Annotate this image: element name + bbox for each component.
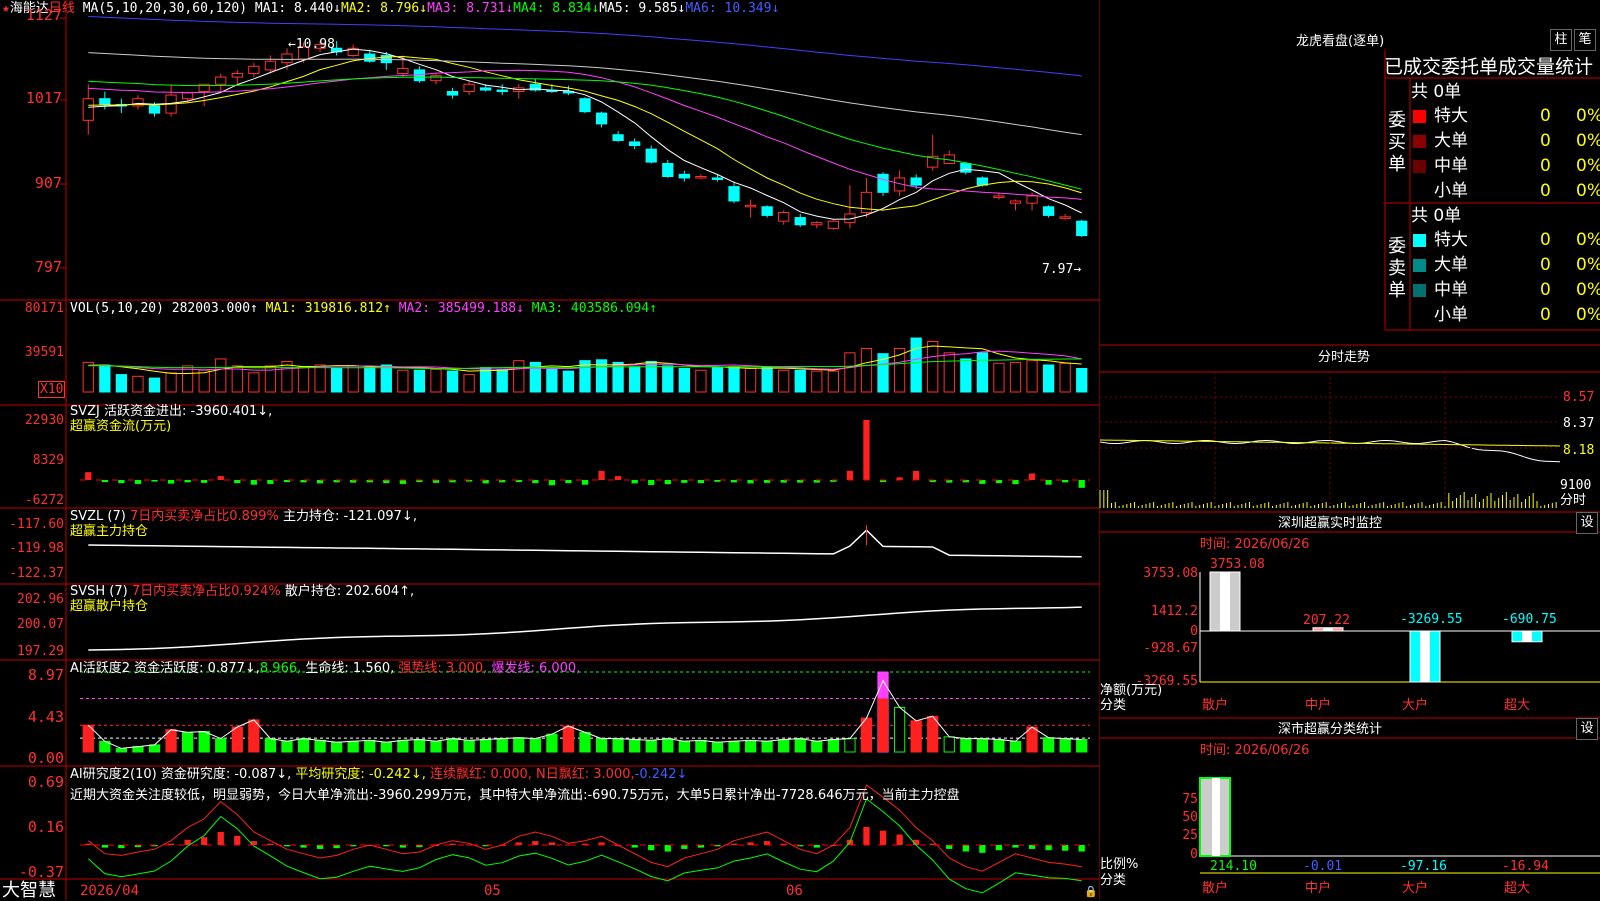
monitor-category-label: 中户 bbox=[1305, 698, 1332, 713]
order-size-name: 小单 bbox=[1434, 181, 1468, 201]
bar-view-button[interactable]: 柱 bbox=[1550, 29, 1572, 51]
order-size-swatch bbox=[1413, 259, 1426, 272]
class-time: 时间: 2026/06/26 bbox=[1200, 743, 1310, 758]
order-size-name: 大单 bbox=[1434, 255, 1468, 275]
fs-axis-2: 8.37 bbox=[1563, 416, 1595, 431]
order-percent: 0% bbox=[1576, 131, 1600, 151]
monitor-category-label: 大户 bbox=[1402, 698, 1429, 713]
class-value-label: 214.10 bbox=[1210, 859, 1257, 874]
class-category-label: 散户 bbox=[1202, 881, 1229, 896]
monitor-bar-highlight bbox=[1420, 631, 1430, 682]
order-count: 0 bbox=[1540, 230, 1551, 250]
cls-axis-4: 0 bbox=[1190, 847, 1198, 862]
monitor-xlabel: 分类 bbox=[1100, 698, 1127, 713]
order-size-name: 中单 bbox=[1434, 156, 1468, 176]
buy-order-label: 委买单 bbox=[1388, 110, 1406, 175]
class-ylabel: 比例% bbox=[1100, 857, 1139, 872]
order-tabs[interactable]: 已成交委托单成交量统计 bbox=[1384, 56, 1600, 78]
order-count: 0 bbox=[1540, 156, 1551, 176]
mon-axis-2: 1412.2 bbox=[1151, 604, 1198, 619]
mon-axis-4: -928.67 bbox=[1143, 641, 1198, 656]
monitor-bar-highlight bbox=[1220, 572, 1230, 631]
lh-title: 龙虎看盘(逐单) bbox=[1296, 34, 1385, 49]
order-percent: 0% bbox=[1576, 255, 1600, 275]
order-count: 0 bbox=[1540, 131, 1551, 151]
sell-total: 共 0单 bbox=[1411, 206, 1462, 226]
order-size-swatch bbox=[1413, 234, 1426, 247]
order-size-name: 大单 bbox=[1434, 131, 1468, 151]
cls-axis-3: 25 bbox=[1182, 828, 1198, 843]
order-size-name: 特大 bbox=[1434, 106, 1468, 126]
intraday-title: 分时走势 bbox=[1318, 350, 1371, 365]
order-percent: 0% bbox=[1576, 106, 1600, 126]
fs-axis-1: 8.57 bbox=[1563, 390, 1595, 405]
class-value-label: -0.01 bbox=[1303, 859, 1343, 874]
order-size-swatch bbox=[1413, 135, 1426, 148]
monitor-ylabel: 净额(万元) bbox=[1100, 683, 1163, 698]
order-size-swatch bbox=[1413, 185, 1426, 198]
monitor-category-label: 散户 bbox=[1202, 698, 1229, 713]
order-size-swatch bbox=[1413, 110, 1426, 123]
order-size-swatch bbox=[1413, 309, 1426, 322]
order-percent: 0% bbox=[1576, 181, 1600, 201]
monitor-bar-highlight bbox=[1522, 631, 1532, 642]
order-size-name: 特大 bbox=[1434, 230, 1468, 250]
fs-unit: 分时 bbox=[1560, 493, 1587, 508]
mon-axis-1: 3753.08 bbox=[1143, 566, 1198, 581]
class-value-label: -97.16 bbox=[1400, 859, 1447, 874]
class-xlabel: 分类 bbox=[1100, 873, 1127, 888]
order-percent: 0% bbox=[1576, 230, 1600, 250]
right-panel-canvas bbox=[1099, 50, 1600, 874]
order-percent: 0% bbox=[1576, 280, 1600, 300]
monitor-time: 时间: 2026/06/26 bbox=[1200, 537, 1310, 552]
mon-axis-3: 0 bbox=[1190, 624, 1198, 639]
monitor-value-label: -690.75 bbox=[1502, 612, 1557, 627]
sell-order-label: 委卖单 bbox=[1388, 236, 1406, 301]
monitor-bar-highlight bbox=[1323, 627, 1333, 631]
order-percent: 0% bbox=[1576, 156, 1600, 176]
class-settings-button[interactable]: 设 bbox=[1576, 718, 1598, 740]
cls-axis-1: 75 bbox=[1182, 792, 1198, 807]
order-count: 0 bbox=[1540, 305, 1551, 325]
monitor-title: 深圳超赢实时监控 bbox=[1278, 516, 1383, 531]
class-title: 深市超赢分类统计 bbox=[1278, 722, 1383, 737]
order-size-swatch bbox=[1413, 160, 1426, 173]
class-category-label: 超大 bbox=[1504, 881, 1531, 896]
fs-axis-3: 8.18 bbox=[1563, 443, 1595, 458]
order-size-swatch bbox=[1413, 284, 1426, 297]
order-percent: 0% bbox=[1576, 305, 1600, 325]
monitor-value-label: 207.22 bbox=[1303, 612, 1350, 628]
class-bar-highlight bbox=[1212, 778, 1220, 856]
tick-view-button[interactable]: 笔 bbox=[1574, 29, 1596, 51]
class-category-label: 中户 bbox=[1305, 881, 1332, 896]
order-count: 0 bbox=[1540, 255, 1551, 275]
monitor-value-label: -3269.55 bbox=[1400, 612, 1463, 627]
buy-total: 共 0单 bbox=[1411, 82, 1462, 102]
class-value-label: -16.94 bbox=[1502, 859, 1549, 874]
order-count: 0 bbox=[1540, 280, 1551, 300]
class-category-label: 大户 bbox=[1402, 881, 1429, 896]
order-size-name: 小单 bbox=[1434, 305, 1468, 325]
monitor-value-label: 3753.08 bbox=[1210, 557, 1265, 572]
fs-axis-4: 9100 bbox=[1560, 478, 1592, 493]
cls-axis-2: 50 bbox=[1182, 810, 1198, 825]
order-count: 0 bbox=[1540, 106, 1551, 126]
order-count: 0 bbox=[1540, 181, 1551, 201]
monitor-settings-button[interactable]: 设 bbox=[1576, 512, 1598, 534]
monitor-category-label: 超大 bbox=[1504, 698, 1531, 713]
order-size-name: 中单 bbox=[1434, 280, 1468, 300]
